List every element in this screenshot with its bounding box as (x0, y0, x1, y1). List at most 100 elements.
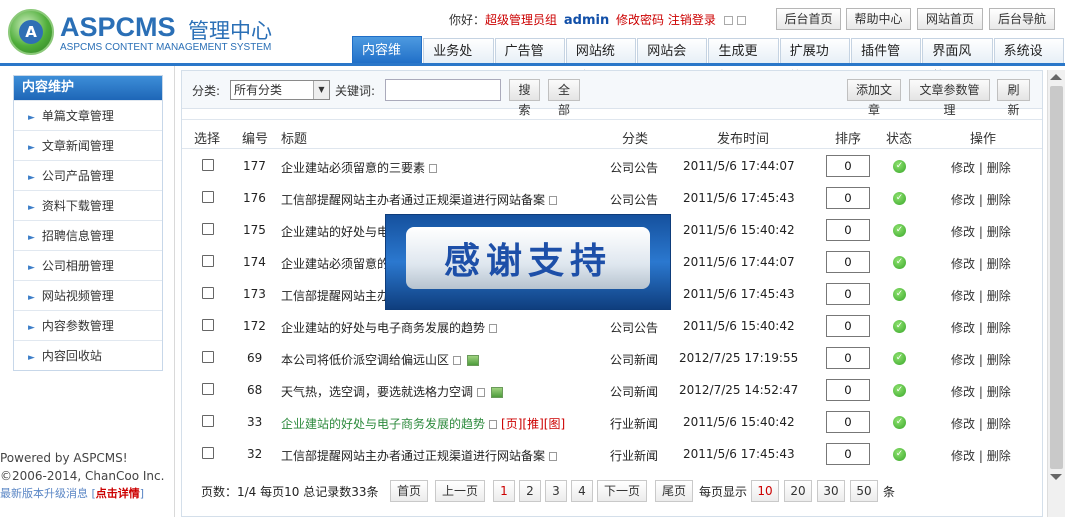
row-order-input[interactable] (826, 379, 870, 401)
update-details-link[interactable]: 点击详情 (96, 487, 140, 500)
sidebar-item-single-article[interactable]: ► 单篇文章管理 (14, 100, 162, 130)
search-button[interactable]: 搜索 (509, 79, 540, 117)
sidebar-item-album[interactable]: ► 公司相册管理 (14, 250, 162, 280)
add-article-button[interactable]: 添加文章 (847, 79, 901, 117)
category-select[interactable]: 所有分类 ▼ (230, 80, 330, 100)
edit-link[interactable]: 修改 (951, 321, 975, 335)
tab-content[interactable]: 内容维护 (352, 36, 423, 86)
pager-page-3[interactable]: 3 (545, 480, 567, 502)
check-circle-icon[interactable]: ✓ (893, 416, 906, 429)
row-title-link[interactable]: 企业建站必须留意的三要素 (281, 161, 425, 175)
row-order-input[interactable] (826, 187, 870, 209)
edit-link[interactable]: 修改 (951, 289, 975, 303)
article-params-button[interactable]: 文章参数管理 (909, 79, 990, 117)
row-order-input[interactable] (826, 155, 870, 177)
per-page-20[interactable]: 20 (784, 480, 812, 502)
tag-link[interactable]: [推] (522, 417, 543, 431)
sidebar-item-products[interactable]: ► 公司产品管理 (14, 160, 162, 190)
row-order-input[interactable] (826, 251, 870, 273)
pager-page-4[interactable]: 4 (571, 480, 593, 502)
scroll-up-icon[interactable] (1050, 74, 1062, 80)
tab-theme[interactable]: 界面风格 (922, 38, 993, 85)
edit-link[interactable]: 修改 (951, 257, 975, 271)
delete-link[interactable]: 删除 (987, 417, 1011, 431)
row-checkbox[interactable] (202, 255, 214, 267)
row-title-link[interactable]: 工信部提醒网站主办者通过正规渠道进行网站备案 (281, 193, 545, 207)
pager-next[interactable]: 下一页 (597, 480, 647, 502)
check-circle-icon[interactable]: ✓ (893, 224, 906, 237)
delete-link[interactable]: 删除 (987, 321, 1011, 335)
sidebar-item-video[interactable]: ► 网站视频管理 (14, 280, 162, 310)
help-center-button[interactable]: 帮助中心 (846, 8, 911, 30)
row-order-input[interactable] (826, 219, 870, 241)
edit-link[interactable]: 修改 (951, 353, 975, 367)
row-checkbox[interactable] (202, 191, 214, 203)
scroll-thumb[interactable] (1050, 86, 1063, 469)
delete-link[interactable]: 删除 (987, 353, 1011, 367)
check-circle-icon[interactable]: ✓ (893, 448, 906, 461)
row-title-link[interactable]: 天气热，选空调，要选就选格力空调 (281, 385, 473, 399)
check-circle-icon[interactable]: ✓ (893, 384, 906, 397)
delete-link[interactable]: 删除 (987, 161, 1011, 175)
tab-generate[interactable]: 生成更新 (708, 38, 779, 85)
row-order-input[interactable] (826, 443, 870, 465)
tag-link[interactable]: [页] (501, 417, 522, 431)
sidebar-item-jobs[interactable]: ► 招聘信息管理 (14, 220, 162, 250)
admin-home-button[interactable]: 后台首页 (776, 8, 841, 30)
row-order-input[interactable] (826, 347, 870, 369)
sidebar-item-downloads[interactable]: ► 资料下载管理 (14, 190, 162, 220)
delete-link[interactable]: 删除 (987, 257, 1011, 271)
row-checkbox[interactable] (202, 351, 214, 363)
row-title-link[interactable]: 本公司将低价派空调给偏远山区 (281, 353, 449, 367)
logout-link[interactable]: 注销登录 (668, 13, 716, 27)
edit-link[interactable]: 修改 (951, 449, 975, 463)
check-circle-icon[interactable]: ✓ (893, 320, 906, 333)
row-checkbox[interactable] (202, 287, 214, 299)
check-circle-icon[interactable]: ✓ (893, 160, 906, 173)
vertical-scrollbar[interactable] (1047, 70, 1065, 517)
edit-link[interactable]: 修改 (951, 225, 975, 239)
sidebar-item-news[interactable]: ► 文章新闻管理 (14, 130, 162, 160)
pager-page-2[interactable]: 2 (519, 480, 541, 502)
tab-extensions[interactable]: 扩展功能 (779, 38, 851, 85)
tab-settings[interactable]: 系统设置 (993, 38, 1064, 85)
sidebar-item-recycle[interactable]: ► 内容回收站 (14, 340, 162, 370)
scroll-down-icon[interactable] (1050, 474, 1062, 480)
admin-nav-button[interactable]: 后台导航 (989, 8, 1055, 30)
tab-business[interactable]: 业务处理 (423, 38, 494, 85)
delete-link[interactable]: 删除 (987, 385, 1011, 399)
edit-link[interactable]: 修改 (951, 417, 975, 431)
edit-link[interactable]: 修改 (951, 193, 975, 207)
tab-members[interactable]: 网站会员 (637, 38, 708, 85)
tag-link[interactable]: [图] (544, 417, 565, 431)
pager-last[interactable]: 尾页 (655, 480, 693, 502)
row-checkbox[interactable] (202, 159, 214, 171)
row-checkbox[interactable] (202, 447, 214, 459)
delete-link[interactable]: 删除 (987, 449, 1011, 463)
show-all-button[interactable]: 全部 (548, 79, 580, 117)
row-title-link[interactable]: 工信部提醒网站主办者通过正规渠道进行网站备案 (281, 449, 545, 463)
site-home-button[interactable]: 网站首页 (917, 8, 983, 30)
row-title-link[interactable]: 企业建站的好处与电子商务发展的趋势 (281, 417, 485, 431)
tab-plugins[interactable]: 插件管理 (851, 38, 922, 85)
delete-link[interactable]: 删除 (987, 225, 1011, 239)
delete-link[interactable]: 删除 (987, 289, 1011, 303)
keyword-input[interactable] (385, 79, 501, 101)
pager-prev[interactable]: 上一页 (435, 480, 485, 502)
row-title-link[interactable]: 企业建站的好处与电子商务发展的趋势 (281, 321, 485, 335)
check-circle-icon[interactable]: ✓ (893, 256, 906, 269)
per-page-50[interactable]: 50 (850, 480, 878, 502)
row-order-input[interactable] (826, 411, 870, 433)
per-page-10[interactable]: 10 (751, 480, 779, 502)
edit-link[interactable]: 修改 (951, 385, 975, 399)
change-password-link[interactable]: 修改密码 (616, 13, 664, 27)
tab-stats[interactable]: 网站统计 (565, 38, 637, 85)
check-circle-icon[interactable]: ✓ (893, 192, 906, 205)
pager-page-1[interactable]: 1 (493, 480, 515, 502)
refresh-button[interactable]: 刷新 (997, 79, 1030, 117)
edit-link[interactable]: 修改 (951, 161, 975, 175)
check-circle-icon[interactable]: ✓ (893, 352, 906, 365)
row-checkbox[interactable] (202, 223, 214, 235)
delete-link[interactable]: 删除 (987, 193, 1011, 207)
tab-ads[interactable]: 广告管理 (494, 38, 565, 85)
